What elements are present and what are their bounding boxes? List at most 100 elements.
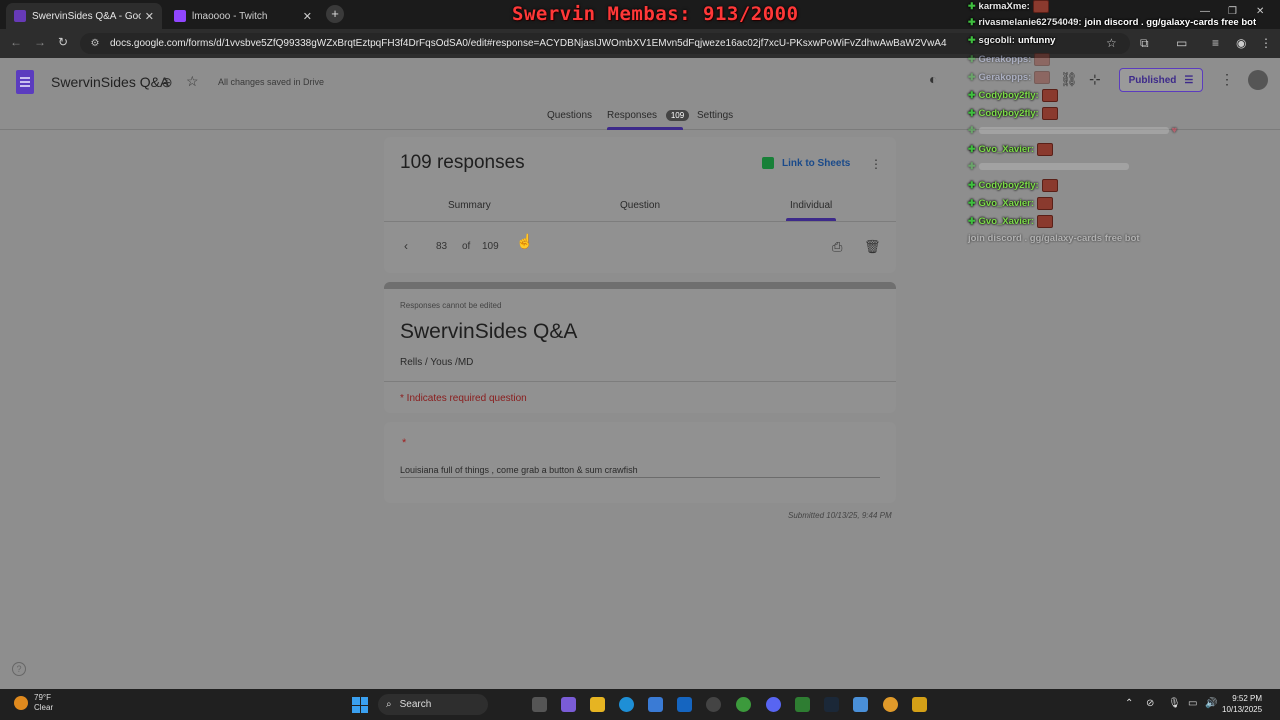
pager-of-label: of	[462, 241, 471, 252]
media-icon[interactable]: ≡	[1212, 36, 1219, 50]
response-index-input[interactable]: 83	[436, 241, 447, 252]
divider	[384, 381, 896, 382]
microphone-icon[interactable]: 🎙	[1168, 698, 1181, 709]
subtab-individual[interactable]: Individual	[790, 200, 832, 211]
volume-icon[interactable]: 🔊	[1205, 698, 1217, 709]
form-title-card: Responses cannot be edited SwervinSides …	[384, 282, 896, 413]
emote-icon	[1037, 215, 1053, 228]
extensions-icon[interactable]: ⧉	[1140, 36, 1149, 51]
forward-icon[interactable]: →	[34, 35, 46, 49]
close-tab-icon[interactable]: ✕	[145, 10, 154, 23]
profile-icon[interactable]: ◉	[1236, 36, 1246, 50]
tab-search-icon[interactable]: ▭	[1176, 36, 1187, 50]
close-window-icon[interactable]: ✕	[1256, 6, 1264, 17]
search-icon: ⌕	[386, 699, 392, 710]
edge-icon[interactable]	[619, 697, 634, 712]
discord-icon[interactable]	[766, 697, 781, 712]
chat-message: join discord . gg/galaxy-cards free bot	[968, 233, 1140, 244]
tab-google-forms[interactable]: SwervinSides Q&A - Google Fo ✕	[6, 3, 162, 29]
app-icon[interactable]	[912, 697, 927, 712]
star-icon[interactable]: ☆	[186, 73, 199, 90]
outlook-icon[interactable]	[677, 697, 692, 712]
responses-more-icon[interactable]: ⋮	[870, 157, 882, 171]
tab-twitch[interactable]: lmaoooo - Twitch ✕	[166, 3, 320, 29]
chat-message: ✚ sgcobli: unfunny	[968, 35, 1055, 46]
delete-icon[interactable]: 🗑	[864, 239, 881, 255]
network-off-icon[interactable]: ⊘	[1146, 698, 1154, 709]
emote-icon	[1037, 143, 1053, 156]
print-icon[interactable]: ⎙	[832, 239, 842, 255]
previous-response-icon[interactable]: ‹	[404, 239, 408, 253]
chat-username: Gerakopps:	[978, 72, 1032, 83]
back-icon[interactable]: ←	[10, 35, 22, 49]
publish-settings-icon: ☰	[1184, 74, 1194, 86]
chat-username: Codyboy2fly:	[978, 90, 1039, 101]
emote-icon	[1041, 179, 1058, 192]
avatar[interactable]	[1248, 70, 1268, 90]
chat-message: ✚ Gerakopps:	[968, 53, 1051, 66]
task-view-icon[interactable]	[532, 697, 547, 712]
app-icon[interactable]	[795, 697, 810, 712]
chat-badge-icon: ✚	[968, 72, 976, 82]
maximize-icon[interactable]: ❐	[1228, 6, 1237, 17]
weather-widget[interactable]: 79°F Clear	[14, 693, 53, 713]
browser-toolbar: ← → ↻ ⚙ docs.google.com/forms/d/1vvsbve5…	[0, 29, 1280, 58]
more-options-icon[interactable]: ⋮	[1220, 71, 1234, 88]
reload-icon[interactable]: ↻	[58, 35, 68, 49]
responses-count-title: 109 responses	[400, 152, 525, 173]
steam-icon[interactable]	[824, 697, 839, 712]
chat-badge-icon: ✚	[968, 161, 976, 171]
chat-badge-icon: ✚	[968, 54, 976, 64]
customize-theme-icon[interactable]: ◐	[929, 71, 937, 87]
tray-chevron-up-icon[interactable]: ⌃	[1125, 698, 1133, 709]
published-button[interactable]: Published ☰	[1119, 68, 1203, 92]
chat-badge-icon: ✚	[968, 198, 976, 208]
chrome-icon[interactable]	[736, 697, 751, 712]
submitted-timestamp: Submitted 10/13/25, 9:44 PM	[788, 511, 892, 520]
subtab-summary[interactable]: Summary	[448, 200, 491, 211]
taskbar-search-label: Search	[399, 699, 432, 710]
subtab-question[interactable]: Question	[620, 200, 660, 211]
chat-username: rivasmelanie62754049:	[978, 17, 1082, 28]
app-icon[interactable]	[706, 697, 721, 712]
published-label: Published	[1128, 74, 1177, 86]
chat-username: Codyboy2fly:	[978, 180, 1039, 191]
new-tab-button[interactable]: +	[326, 5, 344, 23]
form-document-title[interactable]: SwervinSides Q&A	[51, 74, 169, 90]
link-to-sheets-button[interactable]: Link to Sheets	[762, 157, 850, 169]
file-explorer-icon[interactable]	[590, 697, 605, 712]
system-clock[interactable]: 9:52 PM 10/13/2025	[1222, 693, 1262, 715]
chat-message: ✚ Gerakopps:	[968, 71, 1051, 84]
forms-header: SwervinSides Q&A ⊕ ☆ All changes saved i…	[0, 58, 1280, 130]
google-forms-logo-icon[interactable]	[16, 70, 34, 94]
minimize-icon[interactable]: —	[1200, 6, 1210, 17]
chat-username: Gvo_Xavier:	[978, 216, 1034, 227]
copilot-icon[interactable]	[561, 697, 576, 712]
tab-questions-label: Questions	[547, 110, 593, 121]
close-tab-icon[interactable]: ✕	[303, 10, 312, 23]
tab-settings[interactable]: Settings	[697, 110, 733, 121]
taskbar-search[interactable]: ⌕ Search	[378, 694, 488, 715]
app-icon[interactable]	[883, 697, 898, 712]
chat-text-blurred	[978, 163, 1129, 170]
tab-responses[interactable]: Responses 109	[607, 110, 690, 121]
move-to-folder-icon[interactable]: ⊕	[161, 74, 173, 91]
add-collaborators-icon[interactable]: ⊹	[1089, 71, 1101, 88]
browser-menu-icon[interactable]: ⋮	[1260, 36, 1272, 50]
google-sheets-icon	[762, 157, 774, 169]
chat-message: ✚ Codyboy2fly:	[968, 89, 1058, 102]
site-info-icon[interactable]: ⚙	[88, 37, 102, 51]
chat-text: join discord . gg/galaxy-cards free bot	[1084, 17, 1257, 28]
url-text: docs.google.com/forms/d/1vvsbve5ZfQ99338…	[110, 38, 947, 49]
display-icon[interactable]: ▭	[1188, 698, 1197, 709]
chat-message: ✚ rivasmelanie62754049: join discord . g…	[968, 17, 1256, 28]
hand-cursor-icon: ☝	[516, 233, 534, 249]
notepad-icon[interactable]	[853, 697, 868, 712]
copy-link-icon[interactable]: ⛓	[1060, 71, 1078, 88]
help-icon[interactable]: ?	[12, 662, 26, 676]
tab-settings-label: Settings	[697, 110, 734, 121]
bookmark-star-icon[interactable]: ☆	[1106, 36, 1117, 50]
store-icon[interactable]	[648, 697, 663, 712]
start-button-icon[interactable]	[352, 697, 368, 713]
tab-questions[interactable]: Questions	[547, 110, 592, 121]
